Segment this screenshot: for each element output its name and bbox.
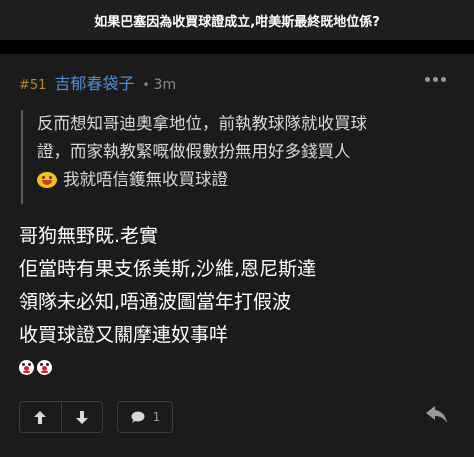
clown-face-icon (37, 360, 52, 375)
smiley-row (19, 360, 52, 375)
upvote-button[interactable] (20, 402, 61, 432)
clown-face-icon (19, 360, 34, 375)
reply-count: 1 (152, 410, 161, 424)
more-options-icon[interactable] (425, 77, 446, 82)
laughing-face-icon (37, 172, 57, 188)
vote-group (19, 401, 103, 433)
post-time: 3m (153, 77, 177, 93)
post-header: #51 吉郁春袋子 • 3m (19, 70, 176, 94)
thread-title[interactable]: 如果巴塞因為收買球證成立,咁美斯最終既地位係? (94, 11, 379, 30)
arrow-up-icon (34, 410, 47, 424)
separator-dot: • (142, 78, 150, 92)
replies-button[interactable]: 1 (117, 401, 173, 433)
floor-number: #51 (19, 78, 47, 93)
comment-bubble-icon (131, 411, 145, 423)
reply-arrow-icon (426, 406, 447, 423)
post-body: 哥狗無野既.老實 佢當時有果支係美斯,沙維,恩尼斯達 領隊未必知,唔通波圖當年打… (19, 220, 459, 352)
title-bar: 如果巴塞因為收買球證成立,咁美斯最終既地位係? (0, 0, 474, 40)
post-card: #51 吉郁春袋子 • 3m 反而想知哥迪奧拿地位，前執教球隊就收買球 證，而家… (0, 54, 474, 457)
quote-line: 我就唔信鑊無收買球證 (37, 166, 461, 194)
body-line: 收買球證又關摩連奴事咩 (19, 324, 229, 346)
body-line: 佢當時有果支係美斯,沙維,恩尼斯達 (19, 258, 317, 280)
body-line: 領隊未必知,唔通波圖當年打假波 (19, 291, 292, 313)
quote-line: 證，而家執教緊嘅做假數扮無用好多錢買人 (37, 142, 351, 161)
username-link[interactable]: 吉郁春袋子 (54, 70, 134, 94)
quote-line: 反而想知哥迪奧拿地位，前執教球隊就收買球 (37, 114, 367, 133)
quote-text: 我就唔信鑊無收買球證 (63, 170, 228, 189)
reply-button[interactable] (426, 406, 448, 428)
body-line: 哥狗無野既.老實 (19, 225, 159, 247)
page: 如果巴塞因為收買球證成立,咁美斯最終既地位係? #51 吉郁春袋子 • 3m 反… (0, 0, 474, 457)
downvote-button[interactable] (62, 402, 103, 432)
arrow-down-icon (75, 410, 88, 424)
quote-block: 反而想知哥迪奧拿地位，前執教球隊就收買球 證，而家執教緊嘅做假數扮無用好多錢買人… (21, 110, 461, 204)
